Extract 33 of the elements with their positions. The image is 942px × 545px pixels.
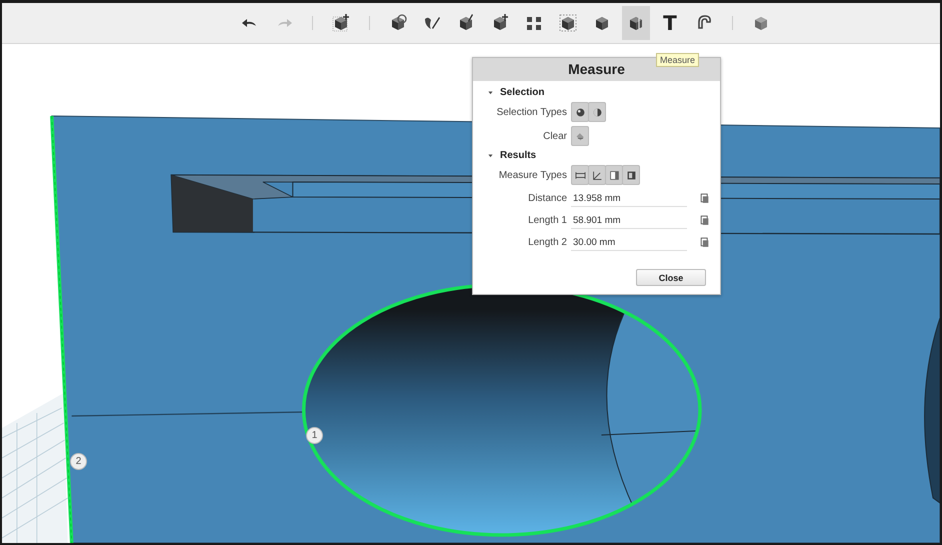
copy-icon[interactable] <box>699 236 710 248</box>
value-field[interactable]: 13.958 mm <box>571 191 687 207</box>
sphere-icon <box>574 106 586 118</box>
sphere-icon <box>590 106 604 118</box>
tooltip: Measure <box>656 53 700 67</box>
field-label: Measure Types <box>498 170 567 180</box>
panel-icon <box>608 168 620 182</box>
icon-button[interactable] <box>571 165 589 185</box>
field-label: Selection Types <box>496 106 567 118</box>
cube-icon <box>558 13 578 33</box>
close-button[interactable]: Close <box>636 269 706 286</box>
copy-icon[interactable] <box>699 192 710 204</box>
field-label: Distance <box>527 192 567 204</box>
icon-button[interactable] <box>622 165 640 185</box>
icon-button[interactable] <box>605 165 623 185</box>
cube-icon <box>331 13 351 33</box>
icon-button[interactable] <box>571 102 589 122</box>
toolbar-button[interactable] <box>622 6 650 40</box>
field-label: Length 2 <box>527 236 567 248</box>
section-title: Selection <box>500 87 544 98</box>
field-label: Length 1 <box>527 214 567 226</box>
collapse-arrow-icon <box>487 152 494 159</box>
collapse-arrow-icon <box>487 89 494 96</box>
toolbar-button[interactable]: T <box>656 6 684 40</box>
value-field[interactable]: 30.00 mm <box>571 235 687 251</box>
icon-button[interactable] <box>588 165 606 185</box>
field-label: Clear <box>542 130 567 142</box>
section-title: Results <box>500 150 536 161</box>
box-icon <box>624 168 638 182</box>
value-field[interactable]: 58.901 mm <box>571 213 687 229</box>
icon-button[interactable] <box>588 102 606 122</box>
angle-icon <box>590 168 604 182</box>
copy-icon[interactable] <box>699 214 710 226</box>
